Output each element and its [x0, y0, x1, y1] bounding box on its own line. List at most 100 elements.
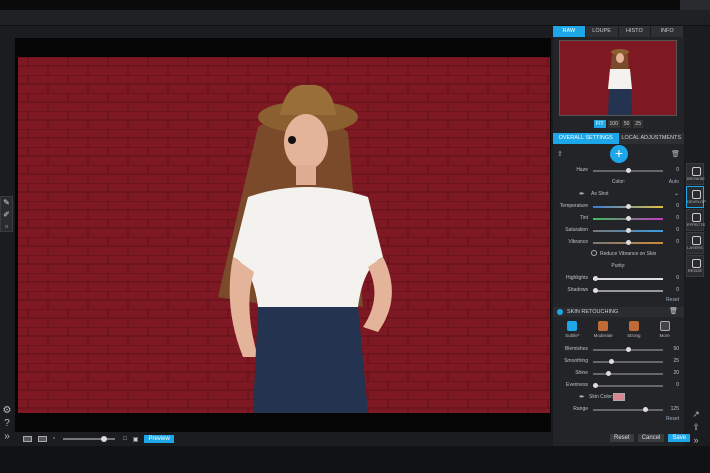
reset-button[interactable]: Reset — [610, 434, 634, 442]
skin-eyedropper-icon[interactable]: ✒ — [579, 393, 585, 401]
export-icon[interactable]: ⇪ — [557, 150, 563, 158]
skin-trash-icon[interactable]: 🗑 — [669, 307, 678, 317]
reduce-vibrance-label: Reduce Vibrance on Skin — [600, 251, 657, 257]
top-bar — [0, 0, 710, 10]
share-icon[interactable]: ↗ — [689, 408, 703, 421]
haze-slider[interactable] — [593, 168, 663, 173]
trash-icon[interactable]: 🗑 — [671, 150, 680, 158]
reduce-vibrance-checkbox[interactable] — [591, 250, 597, 256]
module-resize[interactable]: RESIZE — [686, 255, 704, 277]
preset-subtle[interactable]: Subtle* — [561, 321, 583, 343]
add-filter-button[interactable]: + — [610, 145, 628, 163]
tint-knob[interactable] — [626, 216, 631, 221]
tab-overall-settings[interactable]: OVERALL SETTINGS — [553, 133, 619, 144]
module-develop[interactable]: DEVELOP — [686, 186, 706, 208]
eyedropper-icon[interactable]: ✒ — [579, 190, 585, 198]
skin-color-label: Skin Color: — [589, 394, 614, 400]
tool-option-icon[interactable]: ▫ — [1, 221, 12, 233]
tab-loupe[interactable]: LOUPE — [585, 26, 619, 37]
shadows-slider[interactable] — [593, 288, 663, 293]
expand-left-icon[interactable]: » — [0, 430, 14, 443]
shine-knob[interactable] — [606, 371, 611, 376]
preset-more-label: More — [659, 333, 670, 338]
saturation-row: Saturation 0 — [553, 224, 684, 236]
navigator-thumbnail[interactable] — [559, 40, 677, 116]
zoom-slider-knob[interactable] — [101, 436, 108, 442]
range-label: Range — [573, 406, 588, 412]
smoothing-slider[interactable] — [593, 359, 663, 364]
window-control[interactable] — [680, 0, 710, 10]
tab-info[interactable]: INFO — [651, 26, 684, 37]
zoom-25[interactable]: 25 — [633, 120, 643, 128]
blemishes-knob[interactable] — [626, 347, 631, 352]
settings-gear-icon[interactable]: ⚙ — [0, 404, 14, 417]
smoothing-knob[interactable] — [609, 359, 614, 364]
highlights-knob[interactable] — [593, 276, 598, 281]
tab-local-adjustments[interactable]: LOCAL ADJUSTMENTS — [618, 133, 684, 144]
preset-more[interactable]: More — [654, 321, 676, 343]
auto-button[interactable]: Auto — [669, 179, 679, 185]
skin-retouching-header[interactable]: SKIN RETOUCHING 🗑 — [553, 307, 684, 317]
zoom-in-icon[interactable]: □ — [123, 436, 127, 442]
haze-knob[interactable] — [626, 168, 631, 173]
eraser-tool-icon[interactable]: ✐ — [1, 209, 12, 221]
tab-histo[interactable]: HISTO — [618, 26, 652, 37]
evenness-row: Evenness 0 — [553, 379, 684, 391]
vibrance-label: Vibrance — [568, 239, 588, 245]
right-panel: RAW LOUPE HISTO INFO FIT 100 50 25 OVERA… — [553, 26, 684, 446]
mask-view-icon[interactable]: ▣ — [133, 436, 139, 443]
range-knob[interactable] — [643, 407, 648, 412]
haze-value: 0 — [676, 167, 679, 173]
range-row: Range 125 — [553, 403, 684, 415]
help-icon[interactable]: ? — [0, 417, 14, 430]
wb-select[interactable]: As Shot — [591, 191, 609, 197]
basic-reset-link[interactable]: Reset — [666, 297, 679, 303]
vibrance-slider[interactable] — [593, 240, 663, 245]
temperature-value: 0 — [676, 203, 679, 209]
zoom-out-icon[interactable]: ▫ — [53, 436, 55, 442]
evenness-slider[interactable] — [593, 383, 663, 388]
range-slider[interactable] — [593, 407, 663, 412]
shadows-knob[interactable] — [593, 288, 598, 293]
preset-strong[interactable]: Strong — [623, 321, 645, 343]
range-value: 125 — [670, 406, 679, 412]
skin-color-swatch[interactable] — [613, 393, 625, 401]
shadows-value: 0 — [676, 287, 679, 293]
main-photo[interactable] — [18, 57, 550, 413]
zoom-fit[interactable]: FIT — [594, 120, 606, 128]
chevron-down-icon[interactable]: ⌄ — [674, 190, 679, 197]
preset-moderate[interactable]: Moderate — [592, 321, 614, 343]
single-view-icon[interactable] — [23, 436, 32, 442]
module-toolbar: BROWSE DEVELOP EFFECTS LAYERS RESIZE — [686, 163, 706, 278]
skin-color-row: ✒ Skin Color: — [553, 391, 684, 403]
app-window: ✎ ✐ ▫ ⚙ ? » ▫ □ ▣ Preview RAW LOUPE HIST… — [0, 0, 710, 473]
vibrance-knob[interactable] — [626, 240, 631, 245]
highlights-slider[interactable] — [593, 276, 663, 281]
skin-reset-link[interactable]: Reset — [666, 416, 679, 422]
brush-tool-icon[interactable]: ✎ — [1, 197, 12, 209]
saturation-slider[interactable] — [593, 228, 663, 233]
saturation-knob[interactable] — [626, 228, 631, 233]
save-button[interactable]: Save — [668, 434, 691, 442]
temperature-knob[interactable] — [626, 204, 631, 209]
purity-row: Purity: — [553, 260, 684, 272]
compare-view-icon[interactable] — [38, 436, 47, 442]
module-browse[interactable]: BROWSE — [686, 163, 705, 185]
temperature-slider[interactable] — [593, 204, 663, 209]
evenness-knob[interactable] — [593, 383, 598, 388]
zoom-100[interactable]: 100 — [607, 120, 620, 128]
module-effects[interactable]: EFFECTS — [686, 209, 705, 231]
highlights-label: Highlights — [566, 275, 588, 281]
bottom-left-icons: ⚙ ? » — [0, 404, 14, 443]
module-layers[interactable]: LAYERS — [686, 232, 704, 254]
zoom-slider[interactable] — [63, 436, 116, 442]
shine-slider[interactable] — [593, 371, 663, 376]
preset-subtle-icon — [567, 321, 578, 331]
tab-raw[interactable]: RAW — [553, 26, 586, 37]
tint-slider[interactable] — [593, 216, 663, 221]
blemishes-slider[interactable] — [593, 347, 663, 352]
zoom-50[interactable]: 50 — [621, 120, 632, 128]
preview-button[interactable]: Preview — [144, 435, 174, 443]
export-share-icon[interactable]: ⇪ — [689, 421, 703, 434]
cancel-button[interactable]: Cancel — [637, 434, 665, 442]
